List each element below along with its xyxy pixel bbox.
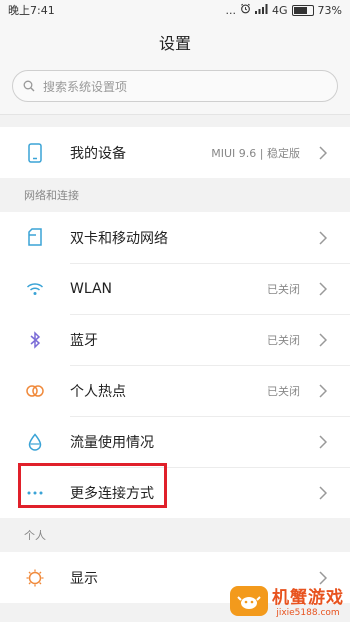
status-bar: 晚上7:41 ... 4G 73%	[0, 0, 350, 20]
group-separator	[0, 115, 350, 127]
alarm-icon	[240, 3, 251, 17]
row-value: 已关闭	[267, 333, 300, 347]
status-icons: ... 4G 73%	[226, 3, 342, 17]
network-type: 4G	[272, 3, 288, 17]
wifi-icon	[24, 278, 46, 300]
battery-fill	[293, 6, 307, 14]
row-label: 双卡和移动网络	[70, 230, 168, 247]
section-header-network: 网络和连接	[0, 178, 350, 212]
chevron-right-icon	[314, 332, 332, 347]
sidebar-item-data-usage[interactable]: 流量使用情况	[0, 416, 350, 467]
sidebar-item-dual-sim[interactable]: 双卡和移动网络	[0, 212, 350, 263]
more-icon	[24, 482, 46, 504]
page-title: 设置	[158, 34, 191, 53]
sidebar-item-wlan[interactable]: WLAN 已关闭	[0, 263, 350, 314]
search-container: 搜索系统设置项	[0, 64, 350, 115]
battery-percent: 73%	[317, 3, 342, 17]
network-group: 双卡和移动网络 WLAN 已关闭 蓝牙 已关闭 个人热点 已关闭 流量使用情况	[0, 212, 350, 518]
section-header-personal: 个人	[0, 518, 350, 552]
more-notifications-icon: ...	[225, 3, 237, 17]
watermark-title: 机蟹游戏	[272, 588, 344, 608]
chevron-right-icon	[314, 230, 332, 245]
my-device-row[interactable]: 我的设备 MIUI 9.6 | 稳定版	[0, 127, 350, 178]
chevron-right-icon	[314, 281, 332, 296]
signal-icon	[255, 3, 268, 17]
row-label: 流量使用情况	[70, 434, 154, 451]
row-label: 蓝牙	[70, 332, 98, 349]
battery-icon	[291, 4, 314, 16]
row-label: WLAN	[70, 280, 113, 297]
row-value: 已关闭	[267, 282, 300, 296]
search-placeholder: 搜索系统设置项	[43, 79, 128, 94]
row-label: 个人热点	[70, 383, 126, 400]
chevron-right-icon	[314, 434, 332, 449]
search-icon	[23, 80, 35, 92]
watermark-text: 机蟹游戏 jixie5188.com	[272, 583, 344, 618]
chevron-right-icon	[314, 145, 332, 160]
my-device-label: 我的设备	[70, 145, 126, 162]
row-value: 已关闭	[267, 384, 300, 398]
chevron-right-icon	[314, 485, 332, 500]
phone-icon	[24, 142, 46, 164]
sim-icon	[24, 227, 46, 249]
sidebar-item-more-connections[interactable]: 更多连接方式	[0, 467, 350, 518]
my-device-version: MIUI 9.6 | 稳定版	[211, 146, 300, 160]
device-group: 我的设备 MIUI 9.6 | 稳定版	[0, 127, 350, 178]
bluetooth-icon	[24, 329, 46, 351]
watermark: 机蟹游戏 jixie5188.com	[230, 583, 344, 618]
data-usage-icon	[24, 431, 46, 453]
page-title-bar: 设置	[0, 20, 350, 64]
row-label: 更多连接方式	[70, 485, 154, 502]
watermark-subtitle: jixie5188.com	[276, 608, 340, 618]
display-icon	[24, 567, 46, 589]
sidebar-item-hotspot[interactable]: 个人热点 已关闭	[0, 365, 350, 416]
sidebar-item-bluetooth[interactable]: 蓝牙 已关闭	[0, 314, 350, 365]
search-input[interactable]: 搜索系统设置项	[12, 70, 338, 102]
chevron-right-icon	[314, 383, 332, 398]
hotspot-icon	[24, 380, 46, 402]
crab-logo-icon	[230, 585, 268, 616]
status-time: 晚上7:41	[8, 4, 55, 17]
